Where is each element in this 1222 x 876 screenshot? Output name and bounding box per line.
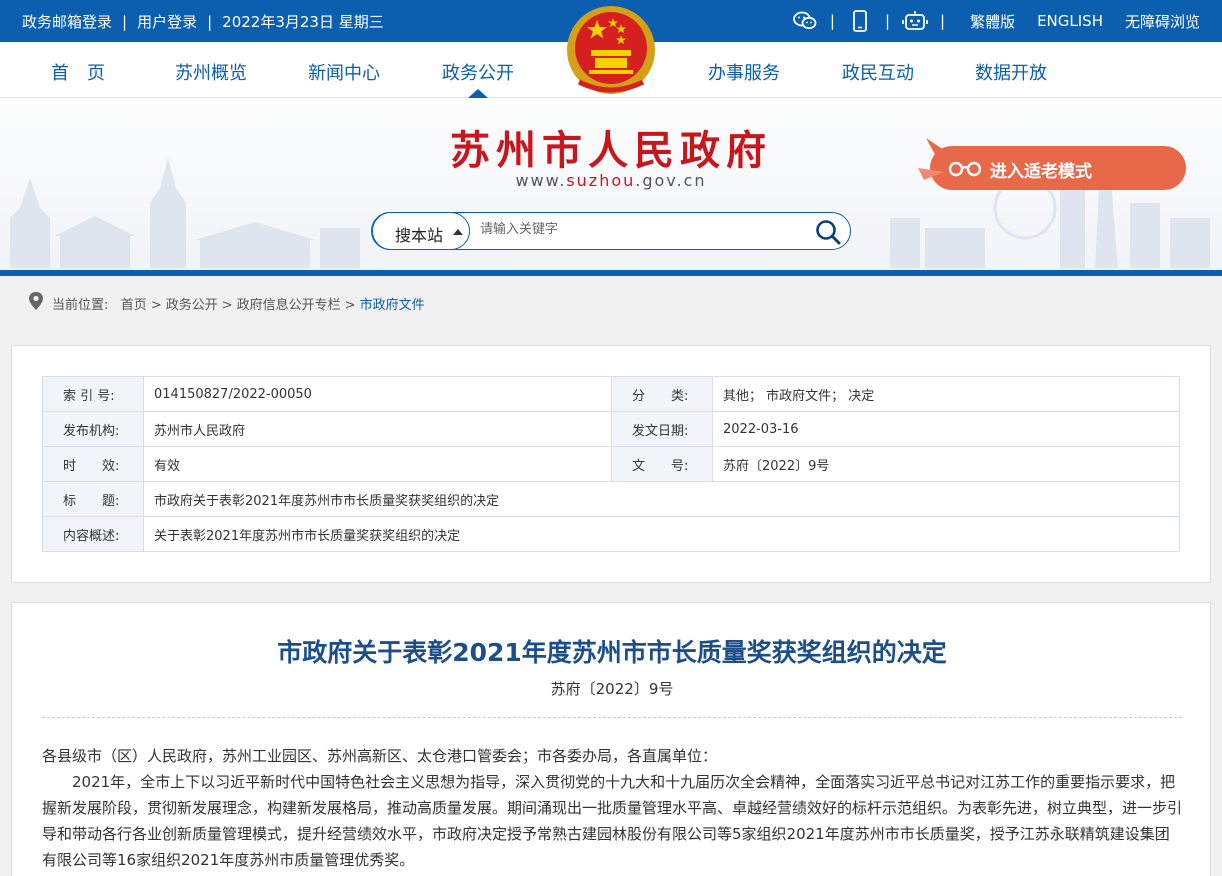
wechat-icon[interactable]	[791, 9, 819, 33]
breadcrumb-separator: >	[150, 298, 162, 313]
nav-item-open-data[interactable]: 数据开放	[975, 59, 1047, 85]
meta-value-summary: 关于表彰2021年度苏州市市长质量奖获奖组织的决定	[143, 516, 1180, 552]
search-scope-select[interactable]: 搜本站	[372, 212, 470, 250]
breadcrumb-item-info-column[interactable]: 政府信息公开专栏	[237, 298, 341, 313]
breadcrumb: 当前位置: 首页 > 政务公开 > 政府信息公开专栏 > 市政府文件	[0, 285, 1222, 319]
search-input[interactable]	[480, 222, 800, 237]
robot-icon[interactable]	[901, 9, 929, 33]
elder-mode-label: 进入适老模式	[990, 162, 1092, 182]
article-body: 各县级市（区）人民政府，苏州工业园区、苏州高新区、太仓港口管委会；市各委办局，各…	[42, 743, 1184, 873]
article-salutation: 各县级市（区）人民政府，苏州工业园区、苏州高新区、太仓港口管委会；市各委办局，各…	[42, 747, 718, 765]
meta-value-index-no: 014150827/2022-00050	[143, 376, 612, 412]
separator: |	[884, 12, 890, 30]
location-pin-icon	[29, 292, 43, 310]
table-row: 标 题: 市政府关于表彰2021年度苏州市市长质量奖获奖组织的决定	[42, 481, 1180, 517]
article-title: 市政府关于表彰2021年度苏州市市长质量奖获奖组织的决定	[277, 638, 947, 667]
meta-label: 文 号:	[611, 446, 713, 482]
nav-item-home[interactable]: 首 页	[51, 59, 105, 85]
breadcrumb-trail: 当前位置: 首页 > 政务公开 > 政府信息公开专栏 > 市政府文件	[52, 294, 425, 313]
top-bar-right: | | | 繁體版 ENGLISH 无障碍浏览	[791, 9, 1200, 33]
meta-value-date: 2022-03-16	[712, 411, 1180, 447]
meta-value-title: 市政府关于表彰2021年度苏州市市长质量奖获奖组织的决定	[143, 481, 1180, 517]
meta-label: 分 类:	[611, 376, 713, 412]
elder-mode-button[interactable]: 进入适老模式	[918, 138, 1186, 190]
nav-item-services[interactable]: 办事服务	[708, 59, 780, 85]
meta-label: 发文日期:	[611, 411, 713, 447]
meta-value-docno: 苏府〔2022〕9号	[712, 446, 1180, 482]
current-date: 2022年3月23日 星期三	[222, 13, 384, 31]
breadcrumb-item-home[interactable]: 首页	[121, 298, 147, 313]
user-login-link[interactable]: 用户登录	[137, 13, 197, 31]
traditional-chinese-link[interactable]: 繁體版	[970, 11, 1015, 32]
search-icon[interactable]	[814, 218, 842, 246]
breadcrumb-item-current[interactable]: 市政府文件	[360, 298, 425, 313]
nav-item-news[interactable]: 新闻中心	[308, 59, 380, 85]
table-row: 索 引 号: 014150827/2022-00050 分 类: 其他； 市政府…	[42, 376, 1180, 412]
breadcrumb-label: 当前位置:	[52, 298, 109, 313]
separator: |	[940, 12, 946, 30]
breadcrumb-separator: >	[344, 298, 356, 313]
article-doc-number: 苏府〔2022〕9号	[550, 680, 674, 698]
national-emblem	[557, 2, 665, 102]
meta-label: 发布机构:	[42, 411, 144, 447]
article-paragraph: 2021年，全市上下以习近平新时代中国特色社会主义思想为指导，深入贯彻党的十九大…	[42, 773, 1183, 869]
mobile-icon[interactable]	[846, 9, 874, 33]
nav-item-gov-affairs[interactable]: 政务公开	[442, 59, 514, 85]
glasses-icon	[948, 161, 982, 177]
meta-label: 内容概述:	[42, 516, 144, 552]
table-row: 发布机构: 苏州市人民政府 发文日期: 2022-03-16	[42, 411, 1180, 447]
separator: |	[829, 12, 835, 30]
breadcrumb-item-gov-affairs[interactable]: 政务公开	[166, 298, 218, 313]
article-container: 市政府关于表彰2021年度苏州市市长质量奖获奖组织的决定 苏府〔2022〕9号 …	[11, 602, 1211, 876]
top-bar-left: 政务邮箱登录 | 用户登录 | 2022年3月23日 星期三	[22, 11, 384, 32]
nav-item-overview[interactable]: 苏州概览	[175, 59, 247, 85]
divider	[42, 717, 1182, 718]
document-metadata-box: 索 引 号: 014150827/2022-00050 分 类: 其他； 市政府…	[11, 345, 1211, 583]
meta-label: 时 效:	[42, 446, 144, 482]
english-link[interactable]: ENGLISH	[1037, 12, 1103, 30]
search-bar: 搜本站	[371, 212, 851, 250]
mail-login-link[interactable]: 政务邮箱登录	[22, 13, 112, 31]
table-row: 时 效: 有效 文 号: 苏府〔2022〕9号	[42, 446, 1180, 482]
breadcrumb-separator: >	[221, 298, 233, 313]
accessible-browse-link[interactable]: 无障碍浏览	[1125, 11, 1200, 32]
document-metadata-table: 索 引 号: 014150827/2022-00050 分 类: 其他； 市政府…	[42, 376, 1180, 552]
banner-ground-line	[0, 270, 1222, 276]
caret-up-icon	[453, 229, 463, 235]
active-nav-indicator	[468, 89, 488, 98]
site-banner: 苏州市人民政府 www.suzhou.gov.cn 搜本站 进入适老模式	[0, 98, 1222, 276]
separator: |	[122, 13, 128, 31]
meta-value-publisher: 苏州市人民政府	[143, 411, 612, 447]
search-scope-label: 搜本站	[395, 226, 444, 245]
separator: |	[207, 13, 213, 31]
nav-item-interaction[interactable]: 政民互动	[842, 59, 914, 85]
meta-value-validity: 有效	[143, 446, 612, 482]
meta-value-category: 其他； 市政府文件； 决定	[712, 376, 1180, 412]
meta-label: 标 题:	[42, 481, 144, 517]
table-row: 内容概述: 关于表彰2021年度苏州市市长质量奖获奖组织的决定	[42, 516, 1180, 552]
meta-label: 索 引 号:	[42, 376, 144, 412]
